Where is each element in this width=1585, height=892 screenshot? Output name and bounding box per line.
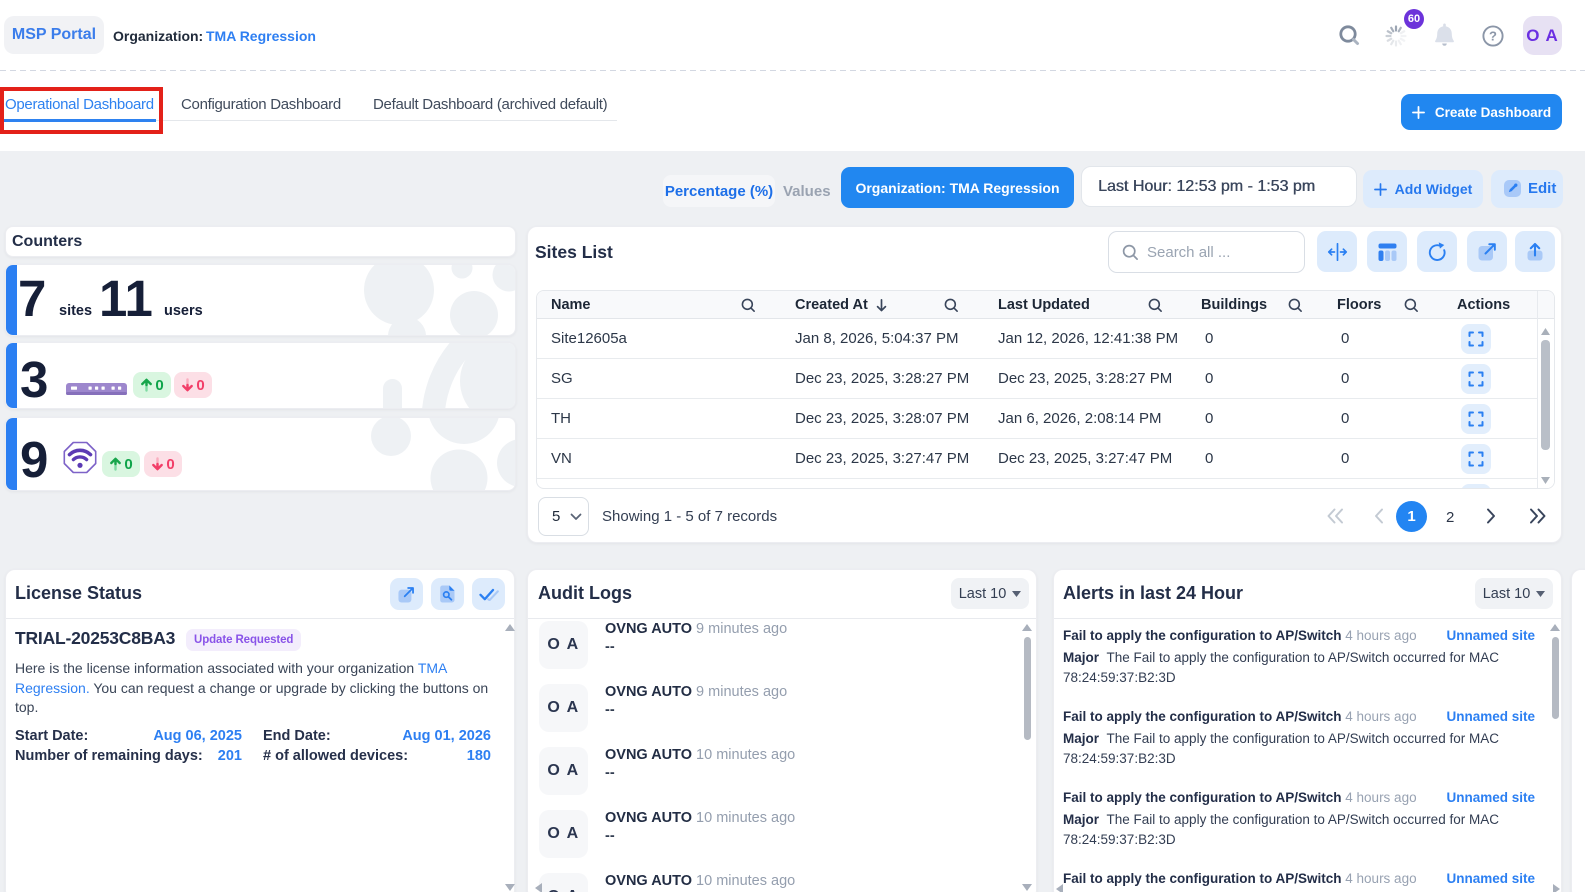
svg-text:?: ?	[1489, 29, 1497, 44]
